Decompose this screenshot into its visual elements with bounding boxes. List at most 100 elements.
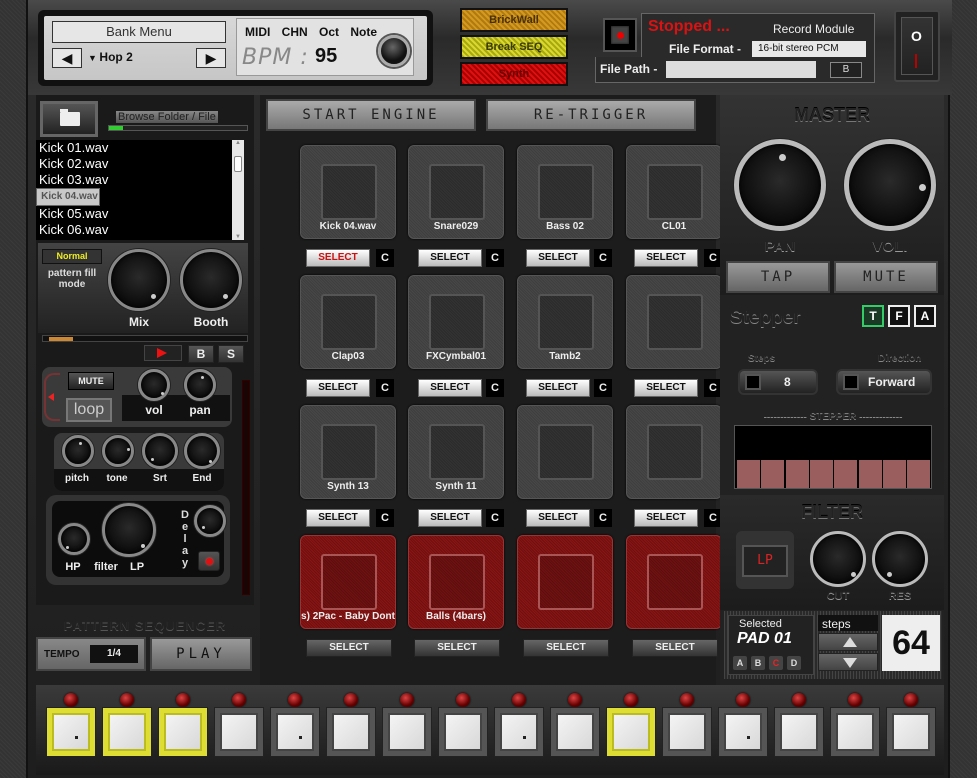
- scroll-up-icon[interactable]: ▲: [232, 140, 244, 146]
- drum-pad[interactable]: [517, 405, 613, 499]
- stepper-cell[interactable]: [858, 460, 882, 488]
- cutoff-knob[interactable]: [810, 531, 866, 587]
- bank-a-button[interactable]: A: [733, 656, 747, 670]
- stepper-cell[interactable]: [907, 460, 931, 488]
- pan-knob[interactable]: [184, 369, 216, 401]
- tone-knob[interactable]: [102, 435, 134, 467]
- pad-select-button[interactable]: SELECT: [418, 249, 482, 267]
- brickwall-button[interactable]: BrickWall: [460, 8, 568, 32]
- step-button[interactable]: [158, 707, 208, 757]
- scroll-down-icon[interactable]: ▼: [232, 234, 244, 240]
- direction-select[interactable]: Forward: [836, 369, 932, 395]
- drum-pad[interactable]: Synth 11: [408, 405, 504, 499]
- tempo-value[interactable]: 1/4: [90, 645, 138, 663]
- step-button[interactable]: [662, 707, 712, 757]
- steps-down-button[interactable]: [818, 653, 878, 671]
- pitch-knob[interactable]: [62, 435, 94, 467]
- drum-pad[interactable]: Tamb2: [517, 275, 613, 369]
- filter-type-button[interactable]: LP: [742, 545, 788, 577]
- step-button[interactable]: [830, 707, 880, 757]
- pad-clear-button[interactable]: C: [594, 509, 612, 527]
- loop-pad[interactable]: s) 2Pac - Baby Dont: [300, 535, 396, 629]
- stepper-cell[interactable]: [785, 460, 809, 488]
- drum-pad[interactable]: [626, 275, 722, 369]
- pad-select-button[interactable]: SELECT: [634, 509, 698, 527]
- bank-menu[interactable]: Bank Menu: [52, 21, 226, 43]
- browse-path-button[interactable]: B: [830, 62, 862, 78]
- master-vol-knob[interactable]: [844, 139, 936, 231]
- stepper-cell[interactable]: [834, 460, 858, 488]
- scroll-thumb[interactable]: [234, 156, 242, 172]
- tempo-control[interactable]: TEMPO 1/4: [36, 637, 146, 671]
- bpm-knob[interactable]: [378, 35, 410, 67]
- pad-clear-button[interactable]: C: [486, 249, 504, 267]
- step-button[interactable]: [550, 707, 600, 757]
- fill-mode-button[interactable]: Normal: [42, 249, 102, 264]
- step-button[interactable]: [438, 707, 488, 757]
- stepper-mode-t[interactable]: T: [862, 305, 884, 327]
- file-item-selected[interactable]: Kick 04.wav: [36, 188, 100, 206]
- step-button[interactable]: [606, 707, 656, 757]
- loop-select-button[interactable]: SELECT: [632, 639, 718, 657]
- pad-select-button[interactable]: SELECT: [634, 379, 698, 397]
- pad-clear-button[interactable]: C: [594, 379, 612, 397]
- steps-up-button[interactable]: [818, 633, 878, 651]
- file-list-scrollbar[interactable]: ▲ ▼: [232, 140, 244, 240]
- step-button[interactable]: [46, 707, 96, 757]
- prev-bank-button[interactable]: ◀: [52, 48, 82, 68]
- steps-select[interactable]: 8: [738, 369, 818, 395]
- step-button[interactable]: [214, 707, 264, 757]
- booth-knob[interactable]: [180, 249, 242, 311]
- pad-clear-button[interactable]: C: [376, 379, 394, 397]
- record-button[interactable]: [603, 18, 637, 52]
- lp-filter-knob[interactable]: [102, 503, 156, 557]
- pad-clear-button[interactable]: C: [376, 249, 394, 267]
- delay-toggle-button[interactable]: [198, 551, 220, 571]
- stepper-mode-f[interactable]: F: [888, 305, 910, 327]
- start-knob[interactable]: [142, 433, 178, 469]
- loop-select-button[interactable]: SELECT: [306, 639, 392, 657]
- file-path-input[interactable]: [666, 61, 816, 78]
- vol-knob[interactable]: [138, 369, 170, 401]
- step-button[interactable]: [382, 707, 432, 757]
- play-button[interactable]: PLAY: [150, 637, 252, 671]
- file-item[interactable]: Kick 01.wav: [36, 140, 244, 156]
- step-button[interactable]: [494, 707, 544, 757]
- bank-c-button[interactable]: C: [769, 656, 783, 670]
- retrigger-button[interactable]: RE-TRIGGER: [486, 99, 696, 131]
- loop-pad[interactable]: Balls (4bars): [408, 535, 504, 629]
- b-button[interactable]: B: [188, 345, 214, 363]
- pad-select-button[interactable]: SELECT: [634, 249, 698, 267]
- drum-pad[interactable]: Bass 02: [517, 145, 613, 239]
- start-engine-button[interactable]: START ENGINE: [266, 99, 476, 131]
- bank-b-button[interactable]: B: [751, 656, 765, 670]
- loop-select-button[interactable]: SELECT: [523, 639, 609, 657]
- power-switch[interactable]: O: [894, 10, 940, 82]
- pad-clear-button[interactable]: C: [486, 509, 504, 527]
- loop-pad[interactable]: [517, 535, 613, 629]
- pad-select-button[interactable]: SELECT: [418, 509, 482, 527]
- pad-select-button[interactable]: SELECT: [526, 249, 590, 267]
- file-item[interactable]: Kick 05.wav: [36, 206, 244, 222]
- pad-select-button[interactable]: SELECT: [306, 509, 370, 527]
- pad-select-button[interactable]: SELECT: [306, 249, 370, 267]
- stepper-cell[interactable]: [761, 460, 785, 488]
- hp-knob[interactable]: [58, 523, 90, 555]
- synth-button[interactable]: Synth: [460, 62, 568, 86]
- browse-folder-button[interactable]: [40, 101, 98, 137]
- file-format-select[interactable]: 16-bit stereo PCM: [752, 41, 866, 58]
- s-button[interactable]: S: [218, 345, 244, 363]
- slider-handle[interactable]: [49, 337, 73, 341]
- file-item[interactable]: Kick 03.wav: [36, 172, 244, 188]
- master-pan-knob[interactable]: [734, 139, 826, 231]
- bank-value[interactable]: ▼ Hop 2: [88, 50, 133, 64]
- pad-select-button[interactable]: SELECT: [306, 379, 370, 397]
- step-button[interactable]: [326, 707, 376, 757]
- step-button[interactable]: [270, 707, 320, 757]
- loop-button[interactable]: loop: [66, 398, 112, 422]
- break-seq-button[interactable]: Break SEQ: [460, 35, 568, 59]
- drum-pad[interactable]: Clap03: [300, 275, 396, 369]
- delay-knob[interactable]: [194, 505, 226, 537]
- loop-select-button[interactable]: SELECT: [414, 639, 500, 657]
- mix-knob[interactable]: [108, 249, 170, 311]
